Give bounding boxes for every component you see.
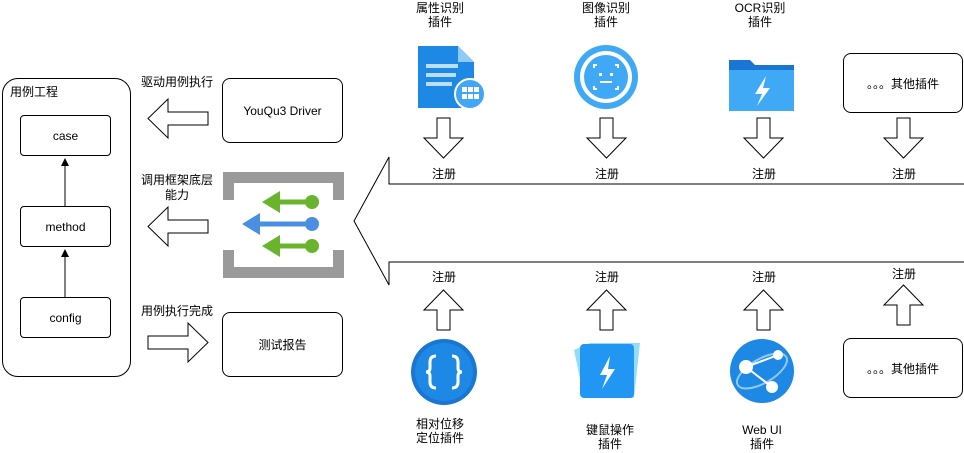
image-plugin-title: 图像识别 插件 [578,1,634,29]
webui-plugin-title: Web UI 插件 [734,423,790,451]
document-icon [418,46,486,110]
braces-icon [411,339,477,405]
webui-plugin-line2: 插件 [749,437,774,451]
image-recognition-icon [574,45,638,109]
down-arrow-image [585,117,628,159]
down-arrow-ocr [742,117,785,159]
register-label-relpos: 注册 [432,270,457,284]
register-label-attr: 注册 [432,167,457,181]
framework-icon [223,172,344,278]
other-bottom-plugin-label: 。。。其他插件 [866,361,939,376]
webui-plugin-line1: Web UI [742,423,782,437]
down-arrow-attr [422,117,465,159]
register-label-image: 注册 [595,167,620,181]
attr-plugin-title: 属性识别 插件 [412,1,468,29]
ocr-plugin-line1: OCR识别 [734,1,786,15]
image-plugin-line2: 插件 [593,15,618,29]
hollow-arrow-driver [147,97,209,140]
relpos-plugin-line2: 定位插件 [415,431,464,445]
hollow-arrow-report [147,321,209,364]
attr-plugin-line2: 插件 [427,15,452,29]
hollow-arrow-framework [147,205,209,248]
other-top-plugin-box: 。。。其他插件 [843,53,963,113]
diagram-shapes [61,45,964,405]
image-plugin-line1: 图像识别 [581,1,630,15]
register-label-webui: 注册 [752,270,777,284]
register-label-other-top: 注册 [892,167,917,181]
keymouse-plugin-title: 键鼠操作 插件 [582,423,638,451]
up-arrow-relpos [422,289,465,331]
folder-bolt-icon [729,60,794,111]
bolt-tile-icon [574,343,640,398]
register-label-keymouse: 注册 [595,270,620,284]
ocr-plugin-line2: 插件 [747,15,772,29]
globe-icon [730,339,794,403]
ocr-plugin-title: OCR识别 插件 [730,1,790,29]
keymouse-plugin-line1: 键鼠操作 [585,423,634,437]
up-arrow-keymouse [585,289,628,331]
down-arrow-other-top [882,117,925,159]
relpos-plugin-title: 相对位移 定位插件 [412,417,468,445]
register-label-other-bottom: 注册 [892,267,917,281]
keymouse-plugin-line2: 插件 [597,437,622,451]
relpos-plugin-line1: 相对位移 [415,417,464,431]
other-top-plugin-label: 。。。其他插件 [866,76,939,91]
up-arrow-other-bottom [882,284,925,326]
up-arrow-webui [742,289,785,331]
attr-plugin-line1: 属性识别 [415,1,464,15]
other-bottom-plugin-box: 。。。其他插件 [843,338,963,398]
register-label-ocr: 注册 [752,167,777,181]
